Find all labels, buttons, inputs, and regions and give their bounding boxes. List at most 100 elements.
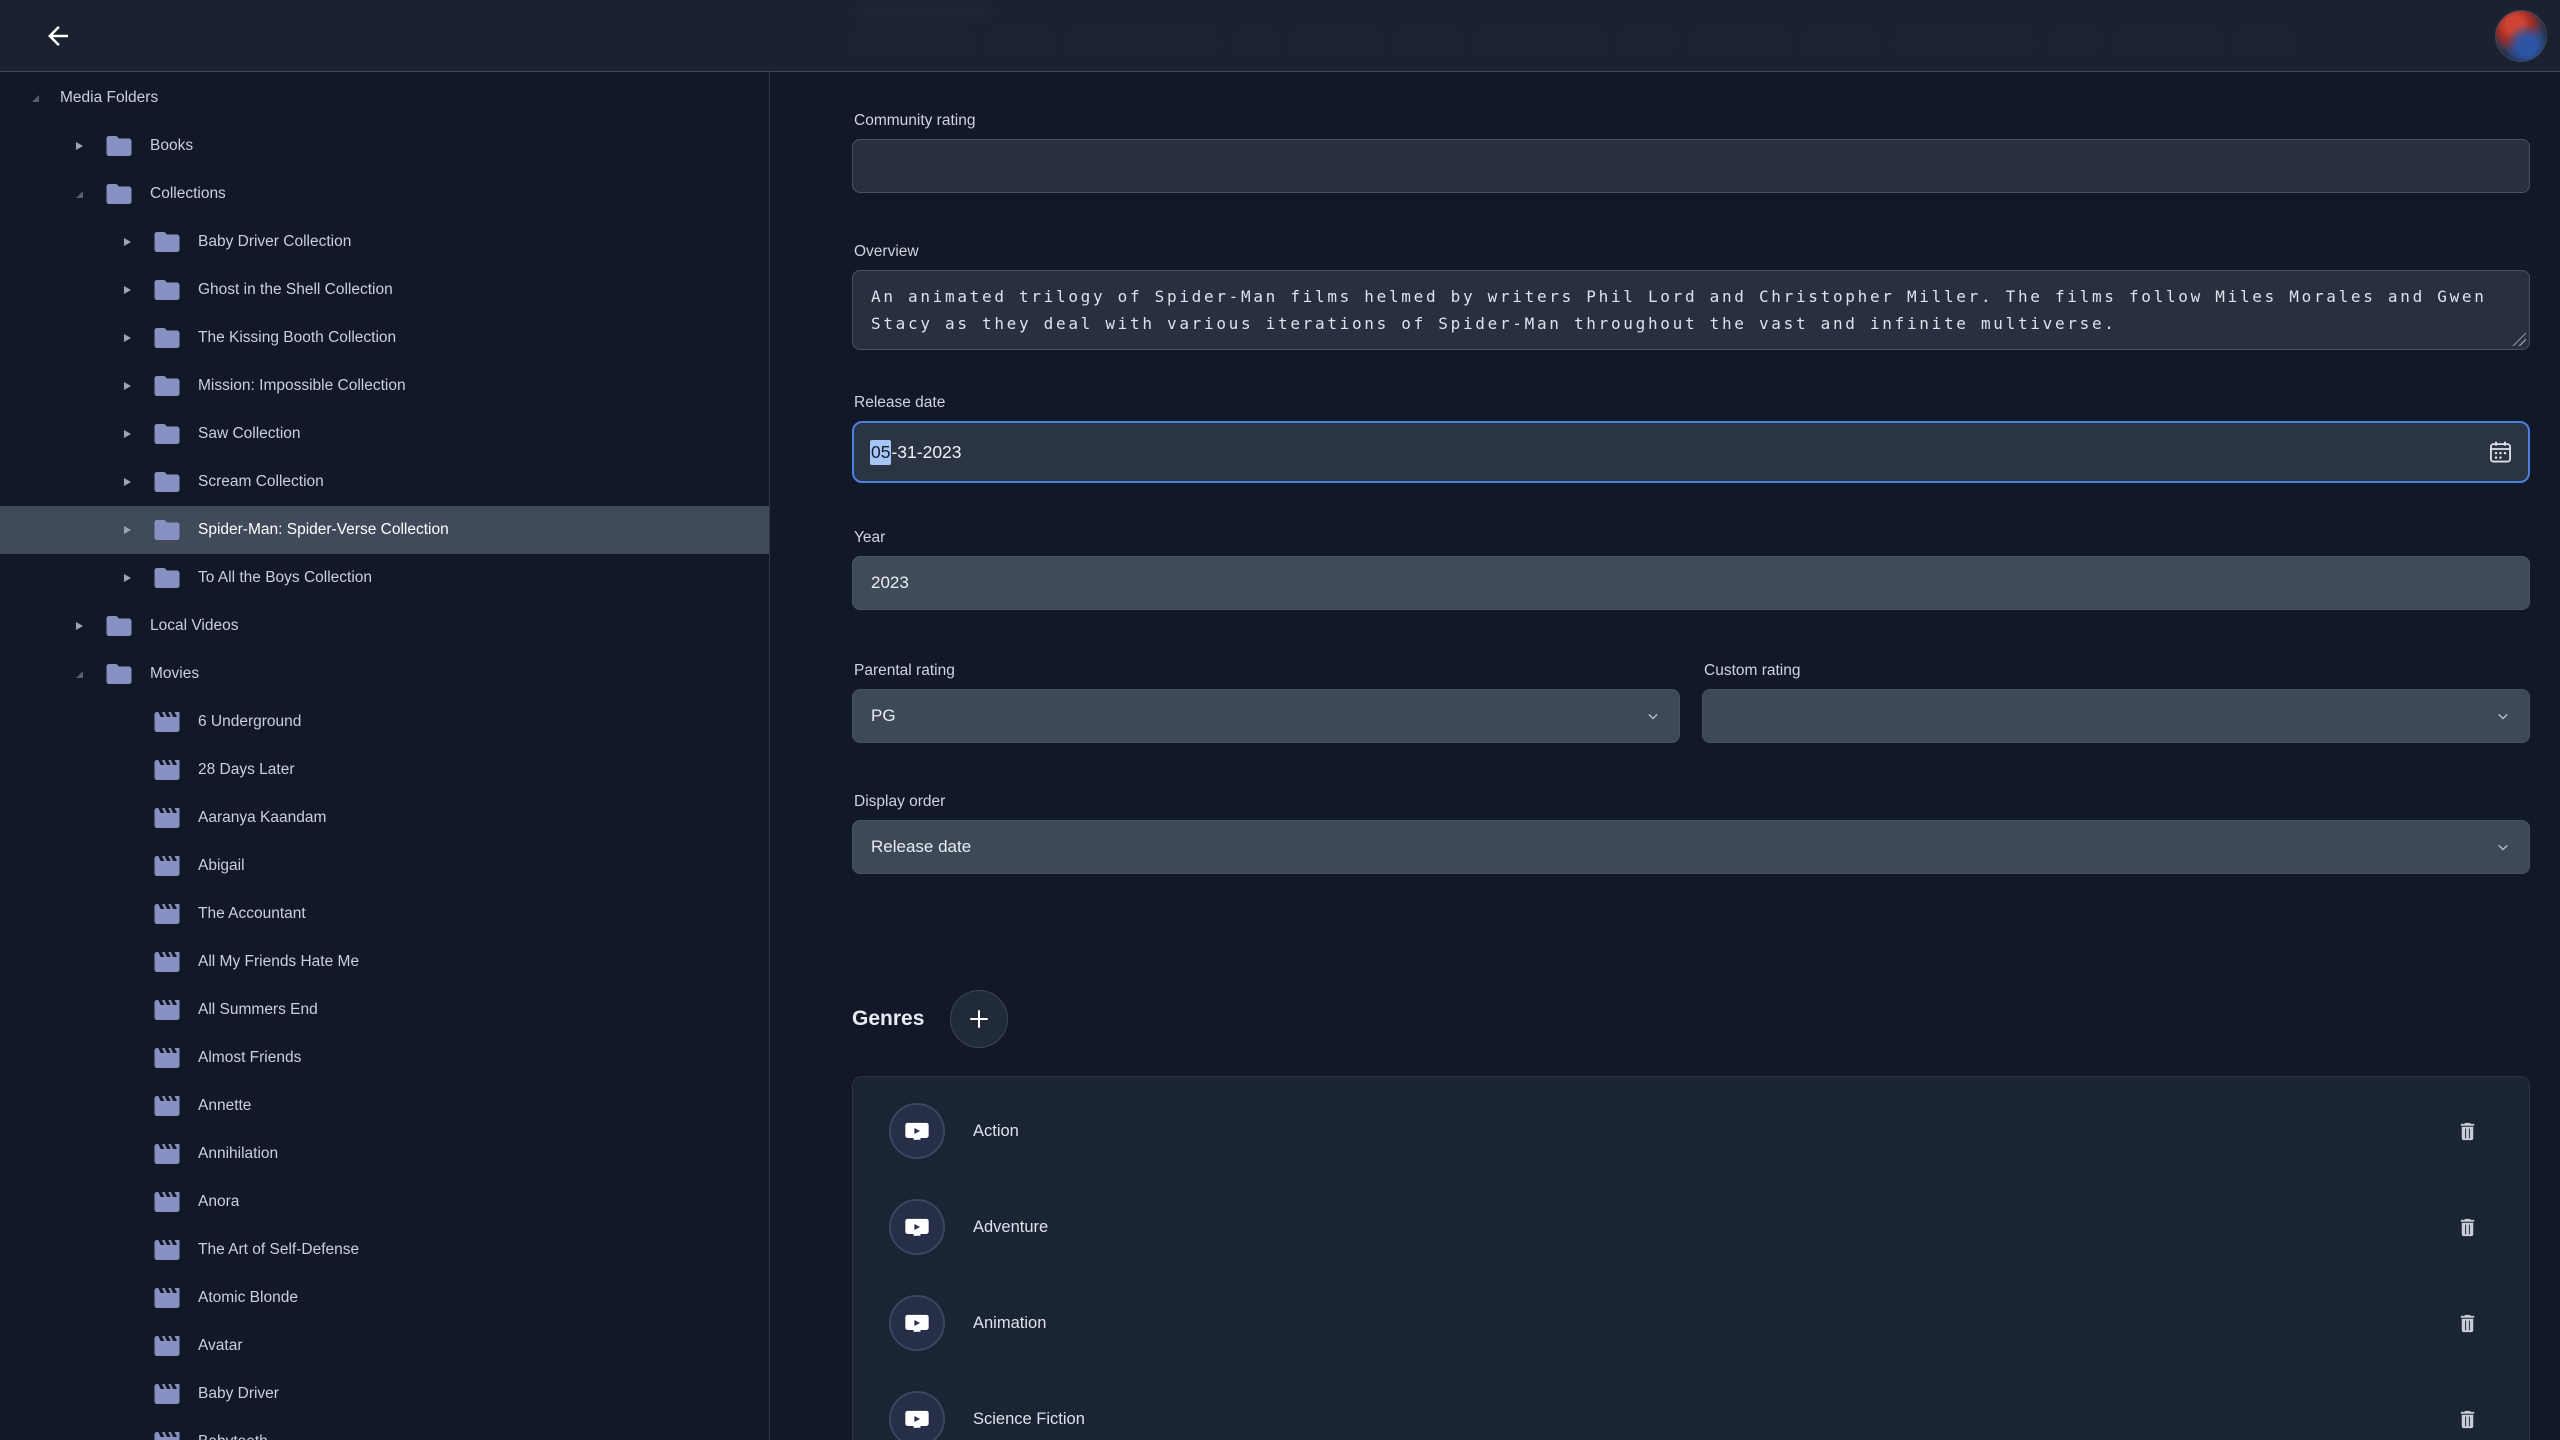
- tree-item-abigail[interactable]: Abigail: [0, 842, 769, 890]
- tree-item-label: Local Videos: [150, 617, 238, 635]
- movie-icon: [152, 707, 182, 737]
- tree-item-aaranya-kaandam[interactable]: Aaranya Kaandam: [0, 794, 769, 842]
- release-date-input[interactable]: 05-31-2023: [852, 421, 2530, 483]
- tree-item-saw-collection[interactable]: Saw Collection: [0, 410, 769, 458]
- tree-item-label: Baby Driver Collection: [198, 233, 351, 251]
- genre-avatar: [889, 1295, 945, 1351]
- tree-item-28-days-later[interactable]: 28 Days Later: [0, 746, 769, 794]
- movie-icon: [152, 1283, 182, 1313]
- caret-collapsed-icon[interactable]: [114, 238, 140, 246]
- genre-row-science-fiction[interactable]: Science Fiction: [853, 1371, 2529, 1440]
- tree-item-baby-driver-collection[interactable]: Baby Driver Collection: [0, 218, 769, 266]
- tree-item-annette[interactable]: Annette: [0, 1082, 769, 1130]
- genre-row-action[interactable]: Action: [853, 1083, 2529, 1179]
- folder-icon: [104, 659, 134, 689]
- tree-item-label: Spider-Man: Spider-Verse Collection: [198, 521, 449, 539]
- tree-item-label: Ghost in the Shell Collection: [198, 281, 393, 299]
- back-arrow-icon[interactable]: [36, 14, 80, 58]
- folder-icon: [104, 131, 134, 161]
- tree-item-all-summers-end[interactable]: All Summers End: [0, 986, 769, 1034]
- tree-item-collections[interactable]: Collections: [0, 170, 769, 218]
- caret-expanded-icon[interactable]: [66, 671, 92, 678]
- tree-item-local-videos[interactable]: Local Videos: [0, 602, 769, 650]
- tree-item-label: Abigail: [198, 857, 245, 875]
- delete-genre-icon[interactable]: [2456, 1312, 2479, 1335]
- tree-item-the-kissing-booth-collection[interactable]: The Kissing Booth Collection: [0, 314, 769, 362]
- genre-row-adventure[interactable]: Adventure: [853, 1179, 2529, 1275]
- caret-collapsed-icon[interactable]: [114, 286, 140, 294]
- tree-item-label: The Accountant: [198, 905, 306, 923]
- genre-avatar: [889, 1391, 945, 1440]
- tree-item-to-all-the-boys-collection[interactable]: To All the Boys Collection: [0, 554, 769, 602]
- tree-item-almost-friends[interactable]: Almost Friends: [0, 1034, 769, 1082]
- caret-expanded-icon[interactable]: [66, 191, 92, 198]
- parental-rating-select[interactable]: PG: [852, 689, 1680, 743]
- tree-item-all-my-friends-hate-me[interactable]: All My Friends Hate Me: [0, 938, 769, 986]
- caret-collapsed-icon[interactable]: [114, 382, 140, 390]
- caret-collapsed-icon[interactable]: [114, 526, 140, 534]
- tree-item-anora[interactable]: Anora: [0, 1178, 769, 1226]
- caret-collapsed-icon[interactable]: [114, 478, 140, 486]
- movie-icon: [152, 803, 182, 833]
- date-segment-selected[interactable]: 05: [870, 440, 891, 465]
- genre-label: Adventure: [973, 1218, 1048, 1237]
- caret-expanded-icon[interactable]: [22, 95, 48, 102]
- video-genre-icon: [903, 1405, 931, 1433]
- tree-item-the-art-of-self-defense[interactable]: The Art of Self-Defense: [0, 1226, 769, 1274]
- tree-item-label: Annihilation: [198, 1145, 278, 1163]
- caret-collapsed-icon[interactable]: [66, 622, 92, 630]
- delete-genre-icon[interactable]: [2456, 1216, 2479, 1239]
- tree-item-avatar[interactable]: Avatar: [0, 1322, 769, 1370]
- caret-collapsed-icon[interactable]: [66, 142, 92, 150]
- display-order-select[interactable]: Release date: [852, 820, 2530, 874]
- custom-rating-select[interactable]: [1702, 689, 2530, 743]
- movie-icon: [152, 1235, 182, 1265]
- year-input[interactable]: 2023: [852, 556, 2530, 610]
- tree-item-6-underground[interactable]: 6 Underground: [0, 698, 769, 746]
- overview-textarea[interactable]: An animated trilogy of Spider-Man films …: [852, 270, 2530, 350]
- tree-item-atomic-blonde[interactable]: Atomic Blonde: [0, 1274, 769, 1322]
- genres-list: Action Adventure Animation: [852, 1076, 2530, 1440]
- movie-icon: [152, 995, 182, 1025]
- genre-row-animation[interactable]: Animation: [853, 1275, 2529, 1371]
- caret-collapsed-icon[interactable]: [114, 574, 140, 582]
- tree-item-label: Books: [150, 137, 193, 155]
- delete-genre-icon[interactable]: [2456, 1408, 2479, 1431]
- folder-icon: [152, 323, 182, 353]
- tree-item-label: 6 Underground: [198, 713, 301, 731]
- tree-item-label: Aaranya Kaandam: [198, 809, 326, 827]
- movie-icon: [152, 1187, 182, 1217]
- community-rating-input[interactable]: [852, 139, 2530, 193]
- tree-item-the-accountant[interactable]: The Accountant: [0, 890, 769, 938]
- add-genre-button[interactable]: [950, 990, 1008, 1048]
- tree-item-media-folders[interactable]: Media Folders: [0, 74, 769, 122]
- delete-genre-icon[interactable]: [2456, 1120, 2479, 1143]
- community-rating-label: Community rating: [852, 112, 2530, 130]
- tree-item-label: Media Folders: [60, 89, 158, 107]
- date-segment-rest[interactable]: -31-2023: [891, 442, 961, 463]
- tree-item-books[interactable]: Books: [0, 122, 769, 170]
- tree-item-annihilation[interactable]: Annihilation: [0, 1130, 769, 1178]
- tree-item-mission-impossible-collection[interactable]: Mission: Impossible Collection: [0, 362, 769, 410]
- folder-icon: [104, 611, 134, 641]
- tree-item-label: To All the Boys Collection: [198, 569, 372, 587]
- tree-item-movies[interactable]: Movies: [0, 650, 769, 698]
- tree-item-label: Avatar: [198, 1337, 243, 1355]
- movie-icon: [152, 1331, 182, 1361]
- user-avatar[interactable]: [2495, 10, 2547, 62]
- textarea-resize-handle[interactable]: [2512, 332, 2526, 346]
- movie-icon: [152, 1139, 182, 1169]
- calendar-icon[interactable]: [2487, 439, 2514, 466]
- tree-item-spider-man-spider-verse-collection[interactable]: Spider-Man: Spider-Verse Collection: [0, 506, 769, 554]
- tree-item-baby-driver[interactable]: Baby Driver: [0, 1370, 769, 1418]
- caret-collapsed-icon[interactable]: [114, 430, 140, 438]
- tree-item-label: Baby Driver: [198, 1385, 279, 1403]
- tree-item-ghost-in-the-shell-collection[interactable]: Ghost in the Shell Collection: [0, 266, 769, 314]
- tree-item-babyteeth[interactable]: Babyteeth: [0, 1418, 769, 1440]
- tree-item-scream-collection[interactable]: Scream Collection: [0, 458, 769, 506]
- movie-icon: [152, 899, 182, 929]
- caret-collapsed-icon[interactable]: [114, 334, 140, 342]
- folder-icon: [152, 515, 182, 545]
- folder-icon: [104, 179, 134, 209]
- genre-avatar: [889, 1199, 945, 1255]
